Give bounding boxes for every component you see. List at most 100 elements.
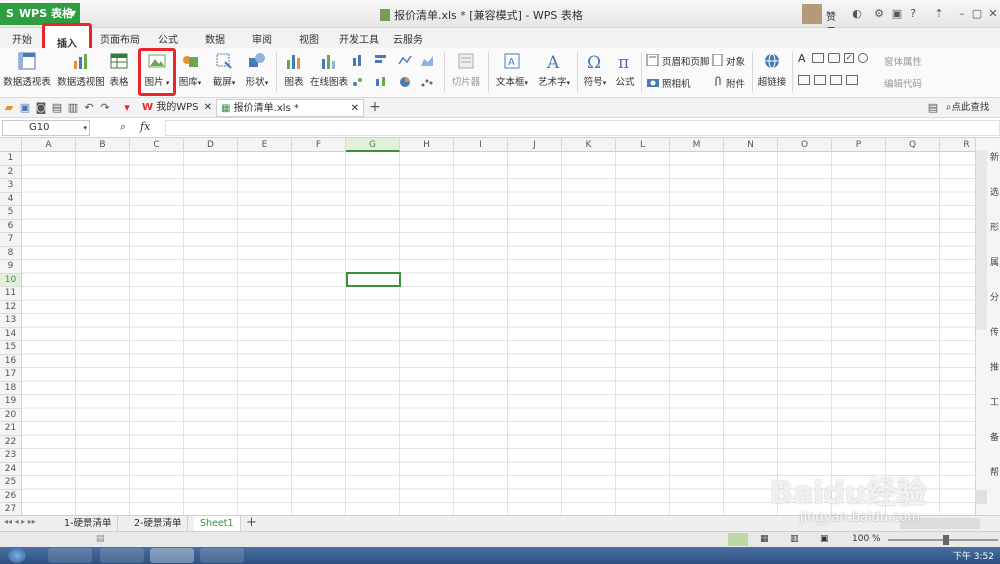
chevron-down-icon[interactable]: ▾	[83, 121, 87, 135]
zoom-lookup-icon[interactable]: ⌕	[120, 120, 126, 134]
undo-icon[interactable]: ↶	[82, 101, 96, 115]
edit-code-button[interactable]: 编辑代码	[884, 76, 922, 90]
pie-chart-icon[interactable]	[398, 76, 412, 88]
right-pane-item[interactable]: 帮	[990, 465, 999, 478]
page-layout-view-icon[interactable]: ▦	[760, 534, 769, 544]
redo-icon[interactable]: ↷	[98, 101, 112, 115]
tab-list-icon[interactable]: ▤	[926, 101, 940, 115]
sheet-tab-1[interactable]: 1-硬景清单	[58, 516, 119, 531]
hyperlink-button[interactable]: 超链接	[756, 50, 788, 94]
row-header[interactable]: 10	[0, 273, 22, 287]
avatar[interactable]	[802, 4, 822, 24]
search-box[interactable]: ⌕点此查找	[946, 100, 1000, 116]
object-button[interactable]: 对象	[726, 54, 745, 68]
column-header[interactable]: F	[292, 138, 346, 152]
cell-area[interactable]	[22, 152, 975, 515]
row-header[interactable]: 8	[0, 246, 22, 260]
tab-page-layout[interactable]: 页面布局	[100, 31, 140, 46]
wordart-button[interactable]: A 艺术字▾	[534, 50, 574, 94]
row-header[interactable]: 11	[0, 287, 22, 301]
row-header[interactable]: 9	[0, 260, 22, 274]
selected-cell[interactable]	[346, 272, 401, 287]
form-properties-button[interactable]: 窗体属性	[884, 54, 922, 68]
right-pane-item[interactable]: 新	[990, 150, 999, 163]
row-header[interactable]: 16	[0, 354, 22, 368]
print-icon[interactable]: ▤	[50, 101, 64, 115]
spinner-control-icon[interactable]	[846, 75, 858, 85]
tab-formula[interactable]: 公式	[158, 31, 178, 46]
textbox-button[interactable]: A 文本框▾	[492, 50, 532, 94]
tab-data[interactable]: 数据	[205, 31, 225, 46]
column-header[interactable]: J	[508, 138, 562, 152]
formula-button[interactable]: π 公式	[612, 50, 638, 94]
table-button[interactable]: 表格	[106, 50, 132, 94]
scroll-down-button[interactable]	[976, 490, 987, 504]
column-header[interactable]: D	[184, 138, 238, 152]
bar-chart-icon[interactable]	[374, 54, 388, 66]
pivot-chart-button[interactable]: 数据透视图	[56, 50, 106, 94]
fx-icon[interactable]: fx	[140, 120, 150, 133]
other-chart-icon[interactable]	[420, 76, 434, 88]
right-pane-item[interactable]: 形	[990, 220, 999, 233]
right-pane-item[interactable]: 备	[990, 430, 999, 443]
scatter-chart-icon[interactable]	[352, 76, 366, 88]
name-box[interactable]: G10 ▾	[2, 120, 90, 136]
minimize-ribbon-icon[interactable]: ⇡	[932, 7, 946, 21]
online-chart-button[interactable]: 在线图表	[308, 50, 350, 94]
zoom-level[interactable]: 100 %	[852, 534, 881, 544]
row-header[interactable]: 13	[0, 314, 22, 328]
right-pane-item[interactable]: 属	[990, 255, 999, 268]
vertical-scrollbar[interactable]	[976, 150, 987, 330]
column-header[interactable]: B	[76, 138, 130, 152]
select-all-corner[interactable]	[0, 138, 22, 152]
row-header[interactable]: 14	[0, 327, 22, 341]
sheet-tab-2[interactable]: 2-硬景清单	[128, 516, 189, 531]
row-header[interactable]: 24	[0, 462, 22, 476]
normal-view-button[interactable]	[728, 533, 748, 546]
groupbox-control-icon[interactable]	[812, 53, 824, 63]
tab-view[interactable]: 视图	[299, 31, 319, 46]
row-header[interactable]: 26	[0, 489, 22, 503]
app-menu-button[interactable]: S WPS 表格 ▼	[0, 3, 80, 25]
taskbar-app-wps[interactable]	[150, 548, 194, 563]
customize-icon[interactable]: ▾	[120, 101, 134, 115]
right-pane-item[interactable]: 传	[990, 325, 999, 338]
checkbox-control-icon[interactable]: ✓	[844, 53, 854, 63]
pivot-table-button[interactable]: 数据透视表	[2, 50, 52, 94]
row-header[interactable]: 17	[0, 368, 22, 382]
page-break-view-icon[interactable]: ▥	[790, 534, 799, 544]
spreadsheet-grid[interactable]: ABCDEFGHIJKLMNOPQR 1 2 3 4 5 6 7 8 9 10 11 12 13 14 15…	[0, 138, 975, 515]
chart-button[interactable]: 图表	[280, 50, 308, 94]
row-header[interactable]: 23	[0, 449, 22, 463]
label-control-icon[interactable]: A	[798, 52, 806, 65]
zoom-slider-handle[interactable]	[943, 535, 949, 545]
add-sheet-icon[interactable]: +	[246, 515, 257, 530]
zoom-slider[interactable]	[888, 535, 998, 545]
screenshot-button[interactable]: 截屏▾	[208, 50, 240, 94]
column-header[interactable]: K	[562, 138, 616, 152]
row-header[interactable]: 3	[0, 179, 22, 193]
row-header[interactable]: 5	[0, 206, 22, 220]
taskbar-app-messenger[interactable]	[48, 548, 92, 563]
minimize-icon[interactable]: –	[955, 7, 969, 21]
tab-developer[interactable]: 开发工具	[339, 31, 379, 46]
column-header[interactable]: M	[670, 138, 724, 152]
tab-cloud[interactable]: 云服务	[393, 31, 423, 46]
camera-button[interactable]: 照相机	[662, 76, 691, 90]
reading-view-icon[interactable]: ▣	[820, 534, 829, 544]
sheet-tab-3[interactable]: Sheet1	[194, 516, 241, 531]
column-chart-icon[interactable]	[352, 54, 366, 66]
formula-input[interactable]	[165, 120, 1000, 136]
row-header[interactable]: 18	[0, 381, 22, 395]
area-chart-icon[interactable]	[420, 54, 434, 66]
line-chart-icon[interactable]	[398, 54, 412, 66]
row-header[interactable]: 25	[0, 476, 22, 490]
column-header[interactable]: H	[400, 138, 454, 152]
column-header[interactable]: Q	[886, 138, 940, 152]
row-header[interactable]: 2	[0, 165, 22, 179]
row-header[interactable]: 4	[0, 192, 22, 206]
taskbar-app-wechat[interactable]	[200, 548, 244, 563]
header-footer-button[interactable]: 页眉和页脚	[662, 54, 710, 68]
row-header[interactable]: 6	[0, 219, 22, 233]
shapes-button[interactable]: 形状▾	[242, 50, 272, 94]
